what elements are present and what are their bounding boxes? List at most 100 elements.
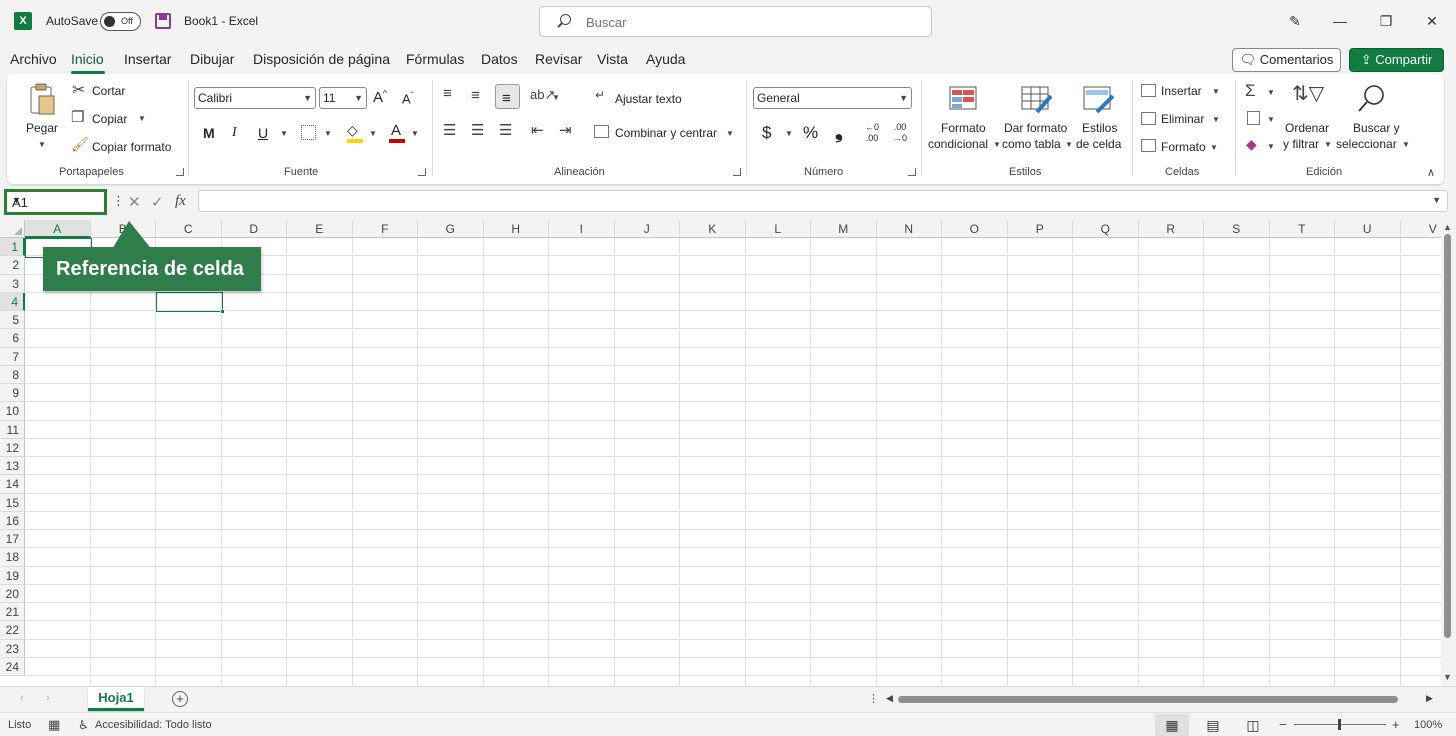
tab-inicio[interactable]: Inicio: [71, 51, 104, 67]
alignment-launcher-icon[interactable]: [733, 168, 741, 176]
column-header-i[interactable]: I: [549, 220, 615, 238]
column-header-j[interactable]: J: [614, 220, 680, 238]
collapse-ribbon-icon[interactable]: ∧: [1427, 166, 1435, 179]
row-header-12[interactable]: 12: [0, 438, 25, 457]
autosum-dropdown-icon[interactable]: ▼: [1267, 88, 1275, 97]
font-size-dropdown[interactable]: 11 ▼: [319, 87, 367, 109]
row-header-9[interactable]: 9: [0, 384, 25, 403]
add-sheet-icon[interactable]: +: [172, 691, 188, 707]
row-header-17[interactable]: 17: [0, 530, 25, 549]
clear-dropdown-icon[interactable]: ▼: [1267, 142, 1275, 151]
sort-filter-icon[interactable]: ⇅▽: [1292, 84, 1324, 104]
eraser-icon[interactable]: ◆: [1246, 137, 1257, 151]
row-header-2[interactable]: 2: [0, 256, 25, 275]
column-header-g[interactable]: G: [418, 220, 484, 238]
macro-record-icon[interactable]: ▦: [48, 717, 60, 733]
row-header-13[interactable]: 13: [0, 457, 25, 476]
wrap-text-icon[interactable]: ↵: [595, 89, 605, 101]
font-launcher-icon[interactable]: [418, 168, 426, 176]
worksheet-grid[interactable]: ABCDEFGHIJKLMNOPQRSTUV 1 2 3 4 5 6 7 8 9 10 11 12 13…: [0, 220, 1456, 686]
sheet-tab-hoja1[interactable]: Hoja1: [88, 687, 144, 711]
scroll-left-icon[interactable]: ◀: [886, 693, 893, 704]
currency-dropdown-icon[interactable]: ▼: [785, 129, 793, 138]
borders-dropdown-icon[interactable]: ▼: [324, 129, 332, 138]
sort-filter-label-1[interactable]: Ordenar: [1285, 121, 1329, 135]
tab-formulas[interactable]: Fórmulas: [406, 51, 464, 67]
tab-revisar[interactable]: Revisar: [535, 51, 582, 67]
align-left-icon[interactable]: ☰: [443, 123, 456, 138]
tab-archivo[interactable]: Archivo: [10, 51, 57, 67]
normal-view-button[interactable]: ▦: [1155, 714, 1189, 736]
tab-dibujar[interactable]: Dibujar: [190, 51, 234, 67]
accessibility-icon[interactable]: ♿: [78, 718, 89, 732]
increase-indent-icon[interactable]: ⇥: [559, 123, 572, 138]
conditional-format-label-1[interactable]: Formato: [941, 121, 986, 135]
row-header-3[interactable]: 3: [0, 274, 25, 293]
scroll-down-icon[interactable]: ▼: [1443, 672, 1452, 682]
name-box[interactable]: A1 ▼: [4, 189, 107, 215]
restore-icon[interactable]: ❐: [1374, 10, 1398, 32]
decrease-decimal-button[interactable]: .00 →0: [889, 122, 911, 146]
horizontal-scroll-thumb[interactable]: [898, 696, 1398, 703]
row-header-15[interactable]: 15: [0, 493, 25, 512]
conditional-format-label-2[interactable]: condicional: [928, 137, 988, 151]
accessibility-status[interactable]: Accesibilidad: Todo listo: [95, 719, 212, 731]
sort-filter-label-2[interactable]: y filtrar: [1283, 137, 1319, 151]
merge-center-button[interactable]: Combinar y centrar: [615, 126, 717, 140]
insert-dropdown-icon[interactable]: ▼: [1212, 87, 1220, 96]
row-header-1[interactable]: 1: [0, 238, 25, 257]
paste-dropdown-icon[interactable]: ▼: [38, 140, 46, 149]
underline-button[interactable]: U: [258, 125, 268, 141]
increase-decimal-button[interactable]: ←0.00: [861, 122, 883, 146]
row-header-22[interactable]: 22: [0, 621, 25, 640]
clipboard-launcher-icon[interactable]: [176, 168, 184, 176]
page-layout-button[interactable]: ▤: [1196, 714, 1230, 736]
row-header-7[interactable]: 7: [0, 347, 25, 366]
align-top-icon[interactable]: ≡: [443, 86, 452, 101]
paste-label[interactable]: Pegar: [26, 121, 58, 135]
decrease-indent-icon[interactable]: ⇤: [531, 123, 544, 138]
orientation-dropdown-icon[interactable]: ▼: [552, 93, 560, 102]
column-header-h[interactable]: H: [483, 220, 549, 238]
fill-dropdown-icon[interactable]: ▼: [1267, 115, 1275, 124]
format-table-label-1[interactable]: Dar formato: [1004, 121, 1067, 135]
cell-styles-label-2[interactable]: de celda: [1076, 137, 1121, 151]
fill-color-dropdown-icon[interactable]: ▼: [369, 129, 377, 138]
align-middle-icon[interactable]: ≡: [471, 88, 480, 103]
autosave-toggle[interactable]: Off: [100, 12, 141, 31]
share-button[interactable]: ⇪ Compartir: [1349, 48, 1444, 72]
insert-cells-button[interactable]: Insertar: [1161, 84, 1202, 98]
row-header-21[interactable]: 21: [0, 603, 25, 622]
more-options-icon[interactable]: ⋮: [112, 193, 125, 209]
search-input[interactable]: [586, 12, 916, 32]
zoom-level[interactable]: 100%: [1414, 719, 1442, 731]
italic-button[interactable]: I: [232, 125, 237, 141]
number-format-dropdown[interactable]: General ▼: [753, 87, 912, 109]
column-header-u[interactable]: U: [1335, 220, 1401, 238]
merge-dropdown-icon[interactable]: ▼: [726, 129, 734, 138]
format-cells-button[interactable]: Formato: [1161, 140, 1206, 154]
cell-styles-label-1[interactable]: Estilos: [1082, 121, 1117, 135]
scroll-up-icon[interactable]: ▲: [1443, 222, 1452, 232]
bold-button[interactable]: M: [203, 125, 215, 141]
row-header-11[interactable]: 11: [0, 420, 25, 439]
format-table-label-2[interactable]: como tabla: [1002, 137, 1061, 151]
paste-icon[interactable]: [27, 82, 57, 116]
save-icon[interactable]: [155, 13, 171, 29]
format-painter-button[interactable]: Copiar formato: [92, 140, 171, 154]
row-header-24[interactable]: 24: [0, 657, 25, 676]
tab-vista[interactable]: Vista: [597, 51, 628, 67]
align-right-icon[interactable]: ☰: [499, 123, 512, 138]
format-table-dropdown-icon[interactable]: ▼: [1065, 140, 1073, 149]
fill-icon[interactable]: [1247, 111, 1260, 125]
row-header-19[interactable]: 19: [0, 566, 25, 585]
column-header-r[interactable]: R: [1138, 220, 1204, 238]
scissors-icon[interactable]: ✂: [72, 83, 85, 99]
format-dropdown-icon[interactable]: ▼: [1210, 143, 1218, 152]
cut-button[interactable]: Cortar: [92, 84, 125, 98]
underline-dropdown-icon[interactable]: ▼: [280, 129, 288, 138]
close-icon[interactable]: ✕: [1420, 10, 1444, 32]
select-all-corner[interactable]: [0, 220, 25, 238]
row-header-8[interactable]: 8: [0, 365, 25, 384]
wrap-text-button[interactable]: Ajustar texto: [615, 92, 682, 106]
